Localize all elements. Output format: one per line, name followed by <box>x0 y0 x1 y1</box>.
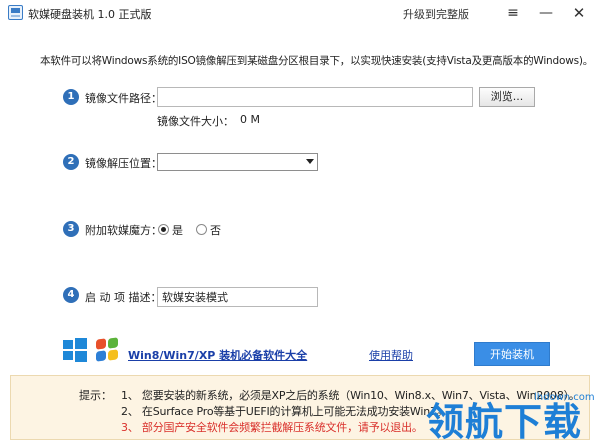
browse-button[interactable]: 浏览... <box>479 87 535 107</box>
radio-no-label[interactable]: 否 <box>210 222 221 238</box>
extract-location-label: 镜像解压位置： <box>85 157 162 170</box>
upgrade-link[interactable]: 升级到完整版 <box>403 6 469 22</box>
radio-yes-label[interactable]: 是 <box>172 222 183 238</box>
window-title: 软媒硬盘装机 1.0 正式版 <box>28 8 152 21</box>
intro-text: 本软件可以将Windows系统的ISO镜像解压到某磁盘分区根目录下，以实现快速安… <box>40 55 594 67</box>
step-4-badge: 4 <box>63 287 79 303</box>
image-size-label: 镜像文件大小： <box>157 115 234 128</box>
image-size-value: 0 M <box>240 113 260 126</box>
radio-no[interactable] <box>196 224 207 235</box>
menu-icon[interactable]: ≡ <box>503 3 523 23</box>
boot-description-label: 启 动 项 描述： <box>85 291 162 304</box>
start-install-button[interactable]: 开始装机 <box>474 342 550 366</box>
tip-2: 2、 在Surface Pro等基于UEFI的计算机上可能无法成功安装Win7。 <box>121 405 448 418</box>
attach-ruanmei-label: 附加软媒魔方： <box>85 224 162 237</box>
step-1-badge: 1 <box>63 89 79 105</box>
dropdown-arrow-icon <box>306 159 314 164</box>
extract-location-select[interactable] <box>157 153 318 171</box>
watermark: lhdown.com 领航下载 <box>426 390 596 448</box>
title-bar: 软媒硬盘装机 1.0 正式版 升级到完整版 ≡ — ✕ <box>0 0 600 26</box>
step-3-badge: 3 <box>63 221 79 237</box>
image-path-label: 镜像文件路径： <box>85 92 162 105</box>
app-icon <box>8 5 23 20</box>
close-icon[interactable]: ✕ <box>569 3 589 23</box>
win-software-link[interactable]: Win8/Win7/XP 装机必备软件大全 <box>128 347 307 363</box>
boot-description-input[interactable] <box>157 287 318 307</box>
image-path-input[interactable] <box>157 87 473 107</box>
windows8-logo-icon[interactable] <box>63 338 87 362</box>
tips-label: 提示： <box>79 389 112 402</box>
windows-xp-logo-icon[interactable] <box>95 337 119 362</box>
tip-3: 3、 部分国产安全软件会频繁拦截解压系统文件，请予以退出。 <box>121 421 423 434</box>
step-2-badge: 2 <box>63 154 79 170</box>
radio-yes[interactable] <box>158 224 169 235</box>
watermark-logo: 领航下载 <box>426 400 583 444</box>
minimize-icon[interactable]: — <box>536 3 556 23</box>
help-link[interactable]: 使用帮助 <box>369 347 413 363</box>
